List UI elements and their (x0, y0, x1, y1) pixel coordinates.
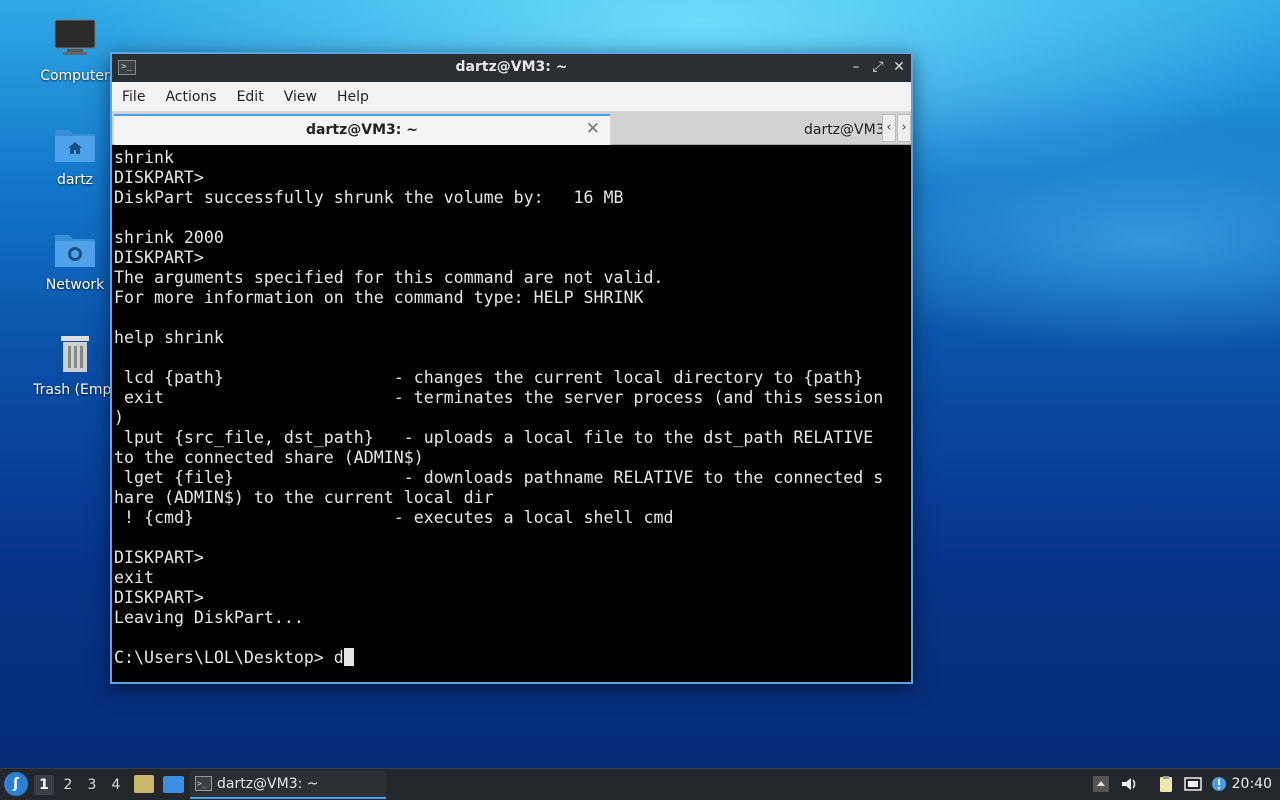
terminal-line: The arguments specified for this command… (114, 268, 664, 287)
maximize-button[interactable]: ⤢ (869, 58, 887, 76)
tab-bar: dartz@VM3: ~ ✕ dartz@VM3: ~ ‹ › (112, 112, 911, 145)
terminal-line: lcd {path} - changes the current local d… (123, 368, 864, 387)
network-folder-icon (53, 227, 97, 271)
menubar: File Actions Edit View Help (112, 82, 911, 112)
show-desktop-icon[interactable] (163, 776, 184, 793)
terminal-line: lget {file} - downloads pathname RELATIV… (123, 468, 884, 487)
terminal-line: Leaving DiskPart... (114, 608, 304, 627)
workspace-1[interactable]: 1 (34, 775, 54, 795)
tab-close-icon[interactable]: ✕ (586, 119, 600, 139)
window-title: dartz@VM3: ~ (455, 59, 568, 75)
terminal-line: lput {src_file, dst_path} - uploads a lo… (123, 428, 874, 447)
file-manager-icon[interactable] (134, 775, 154, 793)
terminal-line: DISKPART> (114, 588, 204, 607)
menu-view[interactable]: View (274, 82, 327, 105)
tab-terminal-2[interactable]: dartz@VM3: ~ (612, 114, 882, 145)
tray-arrow-icon[interactable] (1092, 775, 1110, 793)
window-titlebar[interactable]: >_ dartz@VM3: ~ – ⤢ ✕ (112, 54, 911, 82)
monitor-icon (53, 18, 97, 62)
terminal-line: DISKPART> (114, 248, 204, 267)
terminal-task-icon: >_ (195, 776, 212, 791)
terminal-line: DISKPART> (114, 548, 204, 567)
menu-edit[interactable]: Edit (227, 82, 274, 105)
terminal-prompt: C:\Users\LOL\Desktop> (114, 648, 334, 667)
updates-icon[interactable] (1210, 775, 1228, 793)
terminal-line: shrink 2000 (114, 228, 224, 247)
terminal-line: exit - terminates the server process (an… (123, 388, 884, 407)
tab-scroll-left-button[interactable]: ‹ (882, 114, 896, 142)
clock[interactable]: 20:40 (1232, 776, 1272, 792)
tab-label: dartz@VM3: ~ (306, 122, 418, 138)
terminal-line: exit (114, 568, 154, 587)
minimize-button[interactable]: – (847, 58, 865, 76)
terminal-line: hare (ADMIN$) to the current local dir (114, 488, 494, 507)
tab-label: dartz@VM3: ~ (804, 122, 882, 138)
taskbar-task-terminal[interactable]: >_ dartz@VM3: ~ (190, 771, 386, 799)
tab-terminal-1[interactable]: dartz@VM3: ~ ✕ (114, 114, 610, 145)
terminal-line: to the connected share (ADMIN$) (114, 448, 424, 467)
menu-actions[interactable]: Actions (155, 82, 226, 105)
trash-icon (53, 332, 97, 376)
terminal-prompt-line[interactable]: C:\Users\LOL\Desktop> d (114, 648, 911, 668)
text-cursor (343, 648, 354, 666)
volume-icon[interactable] (1120, 775, 1138, 793)
terminal-input[interactable]: d (334, 648, 344, 667)
taskbar-task-label: dartz@VM3: ~ (217, 776, 319, 792)
menu-help[interactable]: Help (327, 82, 379, 105)
menu-file[interactable]: File (112, 82, 155, 105)
clipboard-icon[interactable] (1157, 775, 1175, 793)
workspace-2[interactable]: 2 (58, 775, 78, 795)
home-folder-icon (53, 122, 97, 166)
close-button[interactable]: ✕ (890, 58, 908, 76)
network-icon[interactable] (1184, 775, 1202, 793)
terminal-line: help shrink (114, 328, 224, 347)
terminal-line: DiskPart successfully shrunk the volume … (114, 188, 624, 207)
terminal-line: ! {cmd} - executes a local shell cmd (123, 508, 674, 527)
terminal-text: shrink DISKPART> DiskPart successfully s… (114, 148, 911, 648)
terminal-line: For more information on the command type… (114, 288, 644, 307)
tab-scroll-right-button[interactable]: › (897, 114, 911, 142)
taskbar: ʃ 1 2 3 4 >_ dartz@VM3: ~ 20:40 (0, 768, 1280, 800)
terminal-line: ) (114, 408, 124, 427)
workspace-4[interactable]: 4 (106, 775, 126, 795)
terminal-window[interactable]: >_ dartz@VM3: ~ – ⤢ ✕ File Actions Edit Vie… (110, 52, 913, 684)
start-menu-icon[interactable]: ʃ (4, 772, 28, 796)
terminal-line: DISKPART> (114, 168, 204, 187)
terminal-output[interactable]: shrink DISKPART> DiskPart successfully s… (112, 146, 911, 682)
workspace-3[interactable]: 3 (82, 775, 102, 795)
terminal-line: shrink (114, 148, 174, 167)
